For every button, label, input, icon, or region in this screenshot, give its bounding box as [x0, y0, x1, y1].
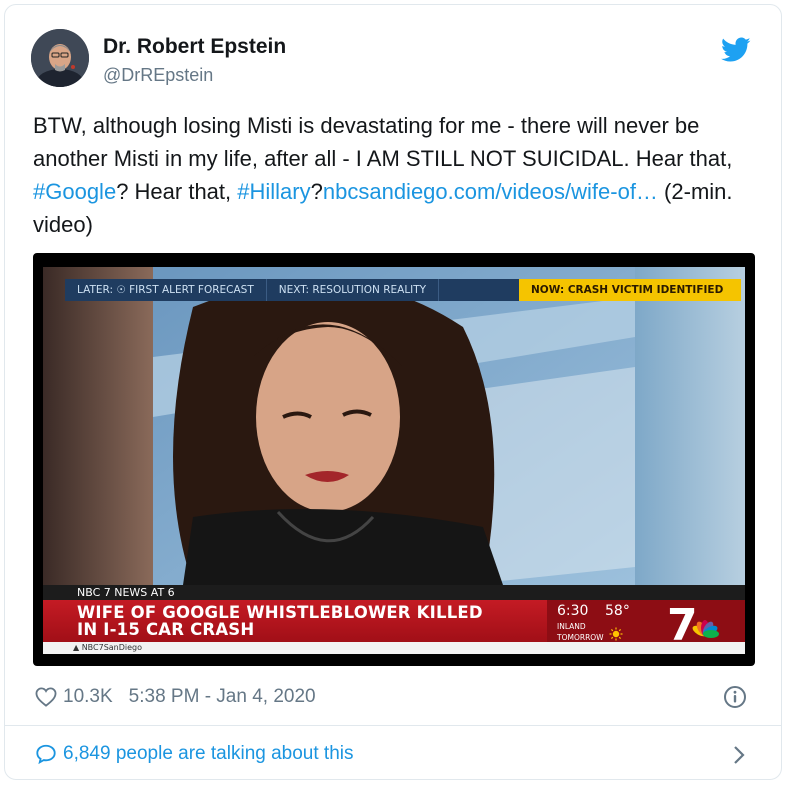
talking-about-link[interactable]: 6,849 people are talking about this — [35, 743, 354, 765]
weather-box: 6:30 58° INLAND TOMORROW 7 — [547, 600, 745, 646]
like-count[interactable]: 10.3K — [63, 686, 113, 708]
info-icon[interactable] — [723, 685, 747, 709]
headline-line-1: WIFE OF GOOGLE WHISTLEBLOWER KILLED — [77, 603, 483, 622]
heart-icon[interactable] — [35, 687, 57, 707]
talking-about-text[interactable]: 6,849 people are talking about this — [63, 743, 354, 765]
author-name[interactable]: Dr. Robert Epstein — [103, 35, 286, 59]
speech-bubble-icon — [36, 744, 56, 765]
news-ticker-top: LATER: ☉ FIRST ALERT FORECAST NEXT: RESO… — [65, 279, 741, 301]
weather-temp: 58° — [605, 603, 630, 619]
ticker-next: NEXT: RESOLUTION REALITY — [267, 279, 440, 301]
divider — [5, 725, 781, 726]
ticker-later: LATER: ☉ FIRST ALERT FORECAST — [65, 279, 267, 301]
news-headline: WIFE OF GOOGLE WHISTLEBLOWER KILLED IN I… — [43, 600, 547, 642]
tweet-text-part: ? Hear that, — [116, 179, 238, 204]
station-strip: NBC 7 NEWS AT 6 — [43, 585, 745, 600]
video-frame: LATER: ☉ FIRST ALERT FORECAST NEXT: RESO… — [43, 267, 745, 654]
avatar[interactable] — [31, 29, 89, 87]
nbc7-logo: 7 — [667, 600, 719, 646]
article-link[interactable]: nbcsandiego.com/videos/wife-of… — [323, 179, 658, 204]
headline-line-2: IN I-15 CAR CRASH — [77, 620, 255, 639]
ticker-now: NOW: CRASH VICTIM IDENTIFIED — [519, 279, 741, 301]
hashtag-hillary-link[interactable]: #Hillary — [237, 179, 310, 204]
tweet-text: BTW, although losing Misti is devastatin… — [33, 109, 763, 241]
timestamp[interactable]: 5:38 PM - Jan 4, 2020 — [129, 686, 316, 708]
weather-time: 6:30 — [557, 603, 589, 619]
twitter-bird-icon[interactable] — [721, 37, 751, 63]
weather-when: TOMORROW — [557, 633, 604, 642]
news-lower-third: NBC 7 NEWS AT 6 WIFE OF GOOGLE WHISTLEBL… — [43, 585, 745, 654]
tweet-card: Dr. Robert Epstein @DrREpstein BTW, alth… — [4, 4, 782, 780]
tweet-text-part: ? — [310, 179, 323, 204]
sub-strip: ▲ NBC7SanDiego — [43, 642, 745, 654]
weather-location: INLAND — [557, 622, 586, 631]
hashtag-google-link[interactable]: #Google — [33, 179, 116, 204]
svg-text:7: 7 — [667, 600, 698, 646]
sun-icon — [609, 627, 623, 641]
tweet-text-part: BTW, although losing Misti is devastatin… — [33, 113, 733, 171]
chevron-right-icon[interactable] — [733, 745, 745, 765]
author-handle[interactable]: @DrREpstein — [103, 65, 213, 86]
tweet-meta: 10.3K 5:38 PM - Jan 4, 2020 — [35, 685, 316, 709]
video-media[interactable]: LATER: ☉ FIRST ALERT FORECAST NEXT: RESO… — [33, 253, 755, 666]
